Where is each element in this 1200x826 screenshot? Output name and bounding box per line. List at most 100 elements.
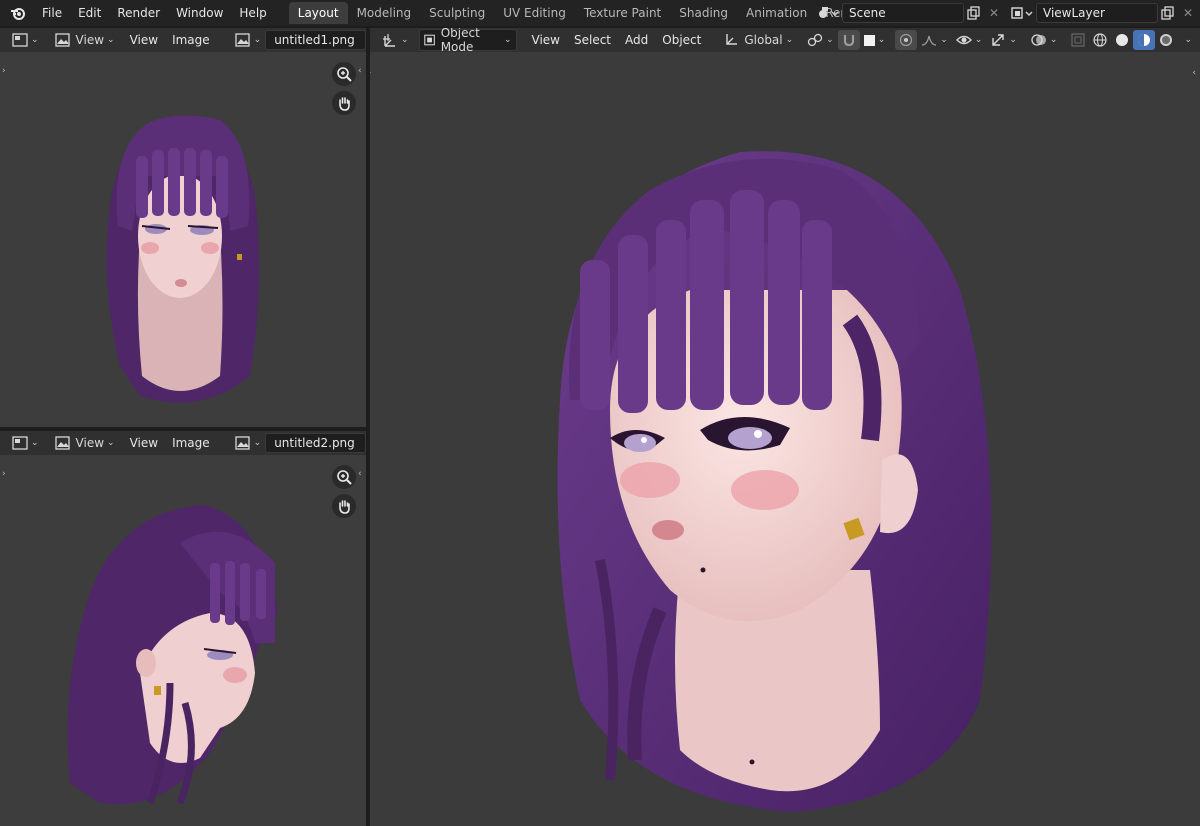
object-mode-dropdown[interactable]: Object Mode ⌄ [418,28,517,54]
overlays-icon [1031,34,1046,46]
tab-layout[interactable]: Layout [288,2,348,24]
overlays-toggle[interactable]: ⌄ [1027,30,1062,50]
shading-rendered[interactable] [1155,30,1177,50]
menu-edit[interactable]: Edit [70,2,109,24]
image-menu[interactable]: Image [165,33,217,47]
render-side-view [67,505,278,805]
xray-icon [1071,33,1086,47]
shading-options-dropdown[interactable]: ⌄ [1177,30,1196,50]
zoom-icon[interactable] [332,465,356,489]
new-viewlayer-icon[interactable] [1158,4,1178,22]
link-pivot-icon [808,33,823,47]
left-panel-toggle-icon[interactable]: › [2,469,6,479]
pivot-point-dropdown[interactable]: ⌄ [803,30,838,50]
tab-uv-editing[interactable]: UV Editing [494,2,575,24]
shading-solid[interactable] [1111,30,1133,50]
scene-selector: Scene ✕ [814,3,1004,23]
image-name-field[interactable]: untitled1.png [265,30,366,50]
delete-scene-icon[interactable]: ✕ [984,4,1004,22]
gizmo-toggle[interactable]: ⌄ [986,30,1021,50]
object-mode-icon [423,34,435,46]
viewlayer-selector: ViewLayer ✕ [1008,3,1198,23]
tab-shading[interactable]: Shading [670,2,737,24]
eye-icon [955,35,972,45]
image-editor-icon [12,436,28,450]
shading-wireframe[interactable] [1089,30,1111,50]
sidebar-toggle-icon[interactable]: ‹ [1192,68,1196,78]
editor-type-dropdown[interactable]: ⌄ [8,433,43,453]
image-editor-icon [12,33,28,47]
solid-sphere-icon [1116,34,1129,46]
menu-file[interactable]: File [34,2,70,24]
viewport-menu-view[interactable]: View [525,33,567,47]
menu-window[interactable]: Window [168,2,231,24]
image-editor-top: ⌄ View ⌄ View Image ⌄ untitled1.png › ‹ [0,28,366,427]
delete-viewlayer-icon[interactable]: ✕ [1178,4,1198,22]
image-editor-bottom-header: ⌄ View ⌄ View Image ⌄ untitled2.png [0,431,366,455]
new-scene-icon[interactable] [964,4,984,22]
right-panel-toggle-icon[interactable]: ‹ [358,66,362,76]
view-mode-label: View [75,436,105,450]
view-image-icon [54,33,70,47]
image-name-field[interactable]: untitled2.png [265,433,366,453]
object-mode-label: Object Mode [440,28,480,54]
view-image-icon [54,436,70,450]
proportional-edit-toggle[interactable] [895,30,918,50]
pan-hand-icon[interactable] [332,91,356,115]
viewport-menu-add[interactable]: Add [618,33,655,47]
view-mode-label: View [75,33,105,47]
tab-modeling[interactable]: Modeling [348,2,421,24]
right-panel-toggle-icon[interactable]: ‹ [358,469,362,479]
falloff-dropdown[interactable]: ⌄ [917,30,952,50]
top-bar: File Edit Render Window Help Layout Mode… [0,0,1200,26]
blender-logo-icon[interactable] [8,3,28,23]
browse-image-dropdown[interactable]: ⌄ [231,433,266,453]
viewport-menu-select[interactable]: Select [567,33,618,47]
image-menu[interactable]: Image [165,436,217,450]
viewport-header: ⌄ Object Mode ⌄ View Select Add Object Gl… [370,28,1200,54]
browse-image-dropdown[interactable]: ⌄ [231,30,266,50]
snap-square-icon [863,34,875,46]
view-menu[interactable]: View [123,436,165,450]
zoom-icon[interactable] [332,62,356,86]
gizmo-icon [992,34,1005,46]
tab-sculpting[interactable]: Sculpting [420,2,494,24]
view-mode-dropdown[interactable]: View ⌄ [51,433,119,453]
tab-texture-paint[interactable]: Texture Paint [575,2,670,24]
shading-material-preview[interactable] [1133,30,1156,50]
left-panel-toggle-icon[interactable]: › [2,66,6,76]
snap-toggle[interactable] [837,30,860,50]
snap-target-dropdown[interactable]: ⌄ [860,30,890,50]
scene-icon[interactable] [814,4,842,22]
rendered-sphere-icon [1160,34,1173,46]
browse-image-icon [235,436,250,450]
magnet-icon [843,35,854,47]
pan-hand-icon[interactable] [332,494,356,518]
viewlayer-icon[interactable] [1008,4,1036,22]
collapse-left-icon[interactable]: ‹› [370,68,371,78]
proportional-edit-icon [900,33,913,47]
falloff-curve-icon [922,35,937,46]
3d-viewport-icon [383,34,395,47]
view-mode-dropdown[interactable]: View ⌄ [51,30,119,50]
orientation-label: Global [744,33,783,47]
tab-animation[interactable]: Animation [737,2,816,24]
image-editor-bottom: ⌄ View ⌄ View Image ⌄ untitled2.png › ‹ [0,431,366,826]
viewport-menu-object[interactable]: Object [655,33,708,47]
image-editor-top-header: ⌄ View ⌄ View Image ⌄ untitled1.png [0,28,366,52]
editor-type-dropdown[interactable]: ⌄ [8,30,43,50]
visibility-dropdown[interactable]: ⌄ [952,30,987,50]
orientation-axes-icon [726,34,738,45]
render-front-view [106,115,260,403]
editor-type-dropdown[interactable]: ⌄ [378,30,413,50]
3d-character-head-model [557,151,992,812]
viewlayer-name-field[interactable]: ViewLayer [1036,3,1158,23]
menu-help[interactable]: Help [231,2,274,24]
transform-orientation-dropdown[interactable]: Global ⌄ [720,30,797,50]
menu-render[interactable]: Render [109,2,168,24]
browse-image-icon [235,33,250,47]
xray-toggle[interactable] [1067,30,1089,50]
scene-name-field[interactable]: Scene [842,3,964,23]
workspace-tabs: Layout Modeling Sculpting UV Editing Tex… [288,0,904,26]
view-menu[interactable]: View [123,33,165,47]
